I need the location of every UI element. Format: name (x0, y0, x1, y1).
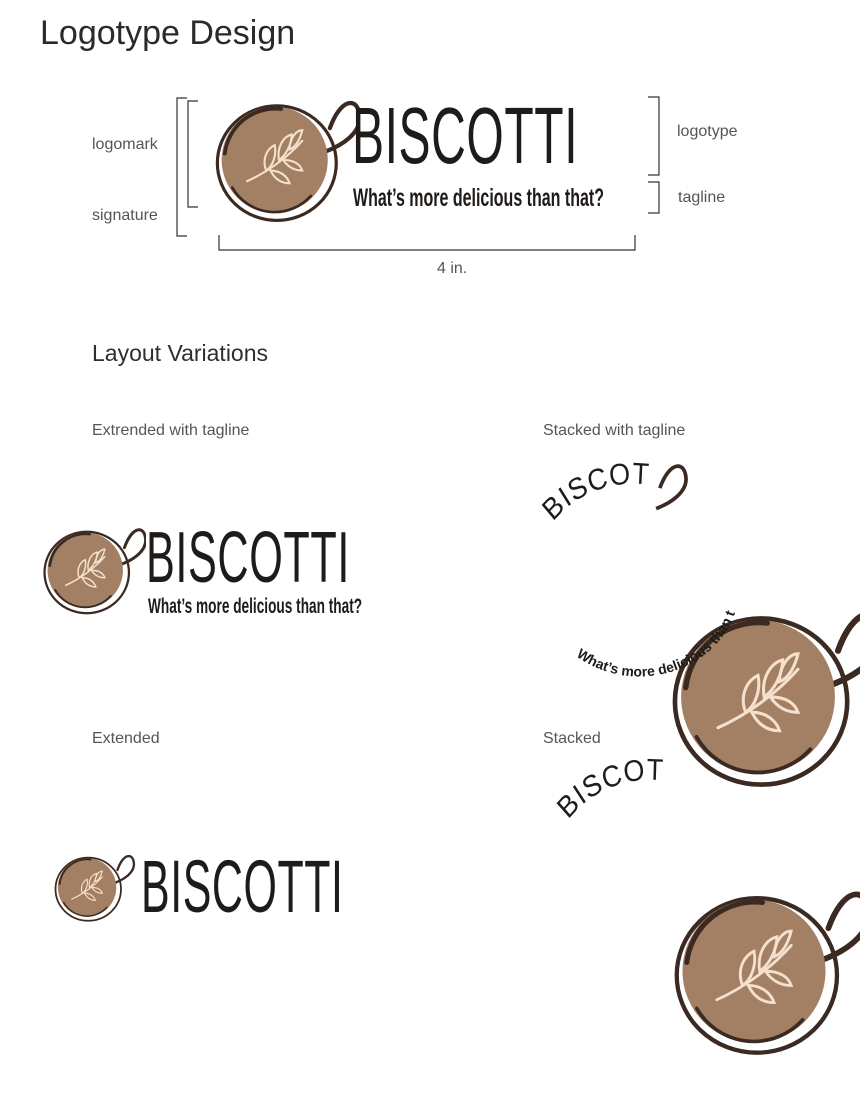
width-dimension-line (218, 235, 636, 251)
stacked-logo: BISCOTTI (527, 732, 776, 978)
logotype-main: BISCOTTI (352, 91, 579, 180)
logomark-label: logomark (92, 136, 158, 153)
logotype-bracket (648, 96, 660, 176)
logotype-label: logotype (677, 123, 738, 140)
caption-extended-tagline: Extrended with tagline (92, 422, 250, 439)
logotype-extended-tagline: BISCOTTI (146, 518, 351, 598)
tagline-bracket (648, 181, 660, 214)
tagline-main: What’s more delicious than that? (353, 184, 604, 212)
logomark-bracket (187, 100, 198, 208)
caption-stacked-tagline: Stacked with tagline (543, 422, 686, 439)
caption-stacked: Stacked (543, 730, 601, 747)
signature-bracket (176, 97, 187, 237)
tagline-label: tagline (678, 189, 726, 206)
coffee-cup-with-leaf-icon (200, 92, 360, 230)
width-label: 4 in. (437, 260, 468, 277)
logotype-extended: BISCOTTI (141, 845, 344, 928)
logotype-stacked-tagline: BISCOTTI (519, 434, 650, 527)
signature-label: signature (92, 207, 158, 224)
tagline-extended-tagline: What’s more delicious than that? (148, 595, 363, 618)
stacked-tagline-logo: BISCOTTI What’s more delicious than that… (519, 434, 768, 700)
coffee-cup-with-leaf-icon (44, 850, 136, 926)
coffee-cup-with-leaf-icon (677, 894, 860, 1052)
section-title: Layout Variations (92, 340, 269, 366)
caption-extended: Extended (92, 730, 160, 747)
coffee-cup-with-leaf-icon (32, 522, 146, 620)
